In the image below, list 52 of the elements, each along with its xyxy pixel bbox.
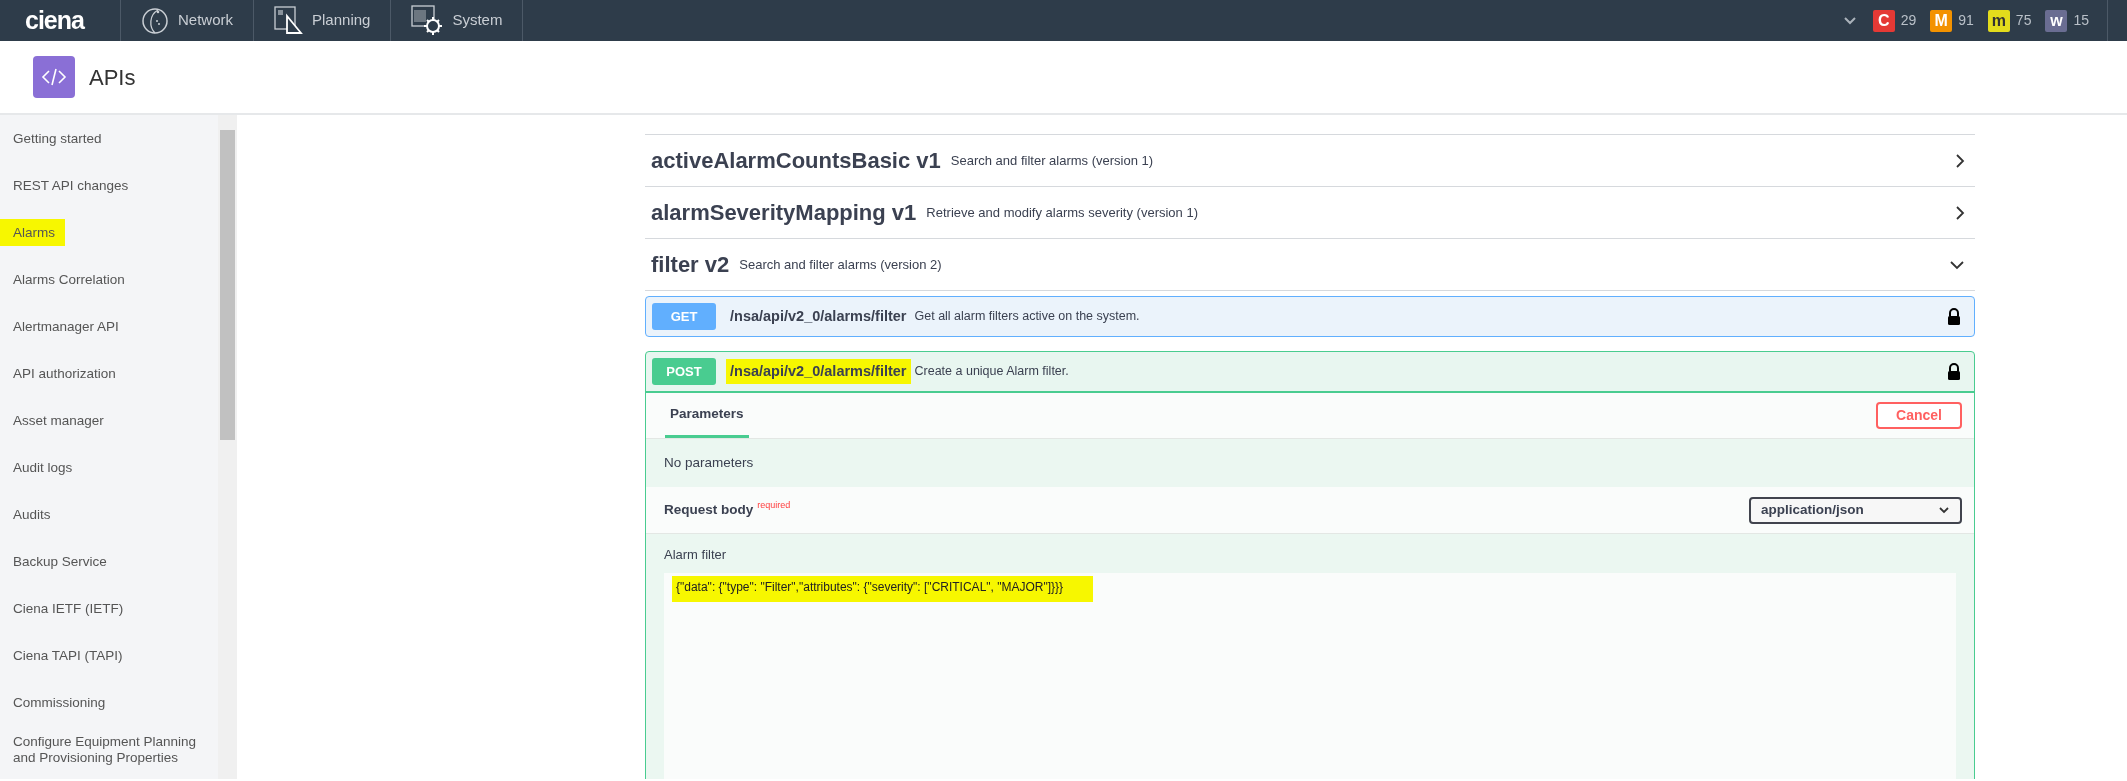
code-icon (33, 56, 75, 98)
gear-icon (411, 5, 444, 36)
sidebar-item[interactable]: Alertmanager API (0, 312, 129, 341)
method-label: GET (652, 303, 716, 330)
operation-summary: Get all alarm filters active on the system. (914, 308, 1140, 326)
sidebar-item[interactable]: Getting started (0, 124, 112, 153)
operation-summary: Create a unique Alarm filter. (914, 363, 1069, 381)
globe-icon (141, 6, 169, 35)
request-body-field[interactable]: {"data": {"type": "Filter","attributes": {"severity": ["CRITICAL", "MAJOR"]}}} (664, 572, 1956, 779)
api-group-header[interactable]: filter v2 Search and filter alarms (version 2) (645, 239, 1975, 291)
alarm-count: 91 (1958, 11, 1974, 30)
lock-icon (1946, 363, 1962, 380)
set-square-icon (274, 6, 303, 35)
no-parameters-text: No parameters (664, 453, 754, 472)
sidebar-item[interactable]: API authorization (0, 359, 126, 388)
sidebar-item[interactable]: Configure Equipment Planning and Provisioning Properties (0, 728, 218, 771)
sidebar-item[interactable]: REST API changes (0, 171, 139, 200)
body-title: Alarm filter (664, 546, 727, 564)
content-type-dropdown[interactable]: application/json (1749, 496, 1962, 524)
required-label: required (757, 499, 791, 512)
scrollbar[interactable] (218, 115, 237, 779)
alarm-count: 75 (2015, 11, 2032, 30)
severity-badge[interactable]: w (2045, 9, 2068, 32)
sidebar-item[interactable]: Alarms Correlation (0, 265, 135, 294)
operation-header[interactable]: GET /nsa/api/v2_0/alarms/filter Get all alarm filters active on the system. (646, 297, 1974, 336)
operation-header[interactable]: POST /nsa/api/v2_0/alarms/filter Create a unique Alarm filter. (646, 352, 1974, 391)
sidebar-item[interactable]: Commissioning (0, 688, 116, 717)
alarm-count: 15 (2073, 11, 2089, 30)
sidebar-item[interactable]: Audit logs (0, 453, 83, 482)
alarm-count: 29 (1900, 11, 1917, 30)
sidebar-item[interactable]: Alarms (0, 218, 65, 247)
endpoint-path: /nsa/api/v2_0/alarms/filter (729, 306, 908, 326)
nav-item[interactable]: Planning (253, 0, 391, 41)
nav-item[interactable]: System (390, 0, 523, 41)
sidebar-item[interactable]: Audits (0, 500, 61, 529)
page-title: APIs (89, 63, 136, 92)
api-group-header[interactable]: activeAlarmCountsBasic v1 Search and filter alarms (version 1) (645, 135, 1975, 187)
severity-badge[interactable]: C (1872, 9, 1895, 32)
chevron-down-icon (1842, 16, 1857, 25)
sidebar-item[interactable]: Backup Service (0, 547, 117, 576)
sidebar-item[interactable]: Ciena TAPI (TAPI) (0, 641, 133, 670)
logo[interactable]: ciena (0, 1, 120, 40)
caret-icon (1938, 506, 1950, 514)
endpoint-path: /nsa/api/v2_0/alarms/filter (726, 358, 911, 385)
method-label: POST (652, 358, 716, 385)
lock-icon (1946, 308, 1962, 325)
sidebar-item[interactable]: Ciena IETF (IETF) (0, 594, 134, 623)
api-group-header[interactable]: alarmSeverityMapping v1 Retrieve and modify alarms severity (version 1) (645, 187, 1975, 239)
nav-item[interactable]: Network (120, 0, 253, 41)
sidebar-item[interactable]: Asset manager (0, 406, 114, 435)
request-body-label: Request body (664, 500, 754, 519)
severity-badge[interactable]: m (1987, 9, 2010, 32)
